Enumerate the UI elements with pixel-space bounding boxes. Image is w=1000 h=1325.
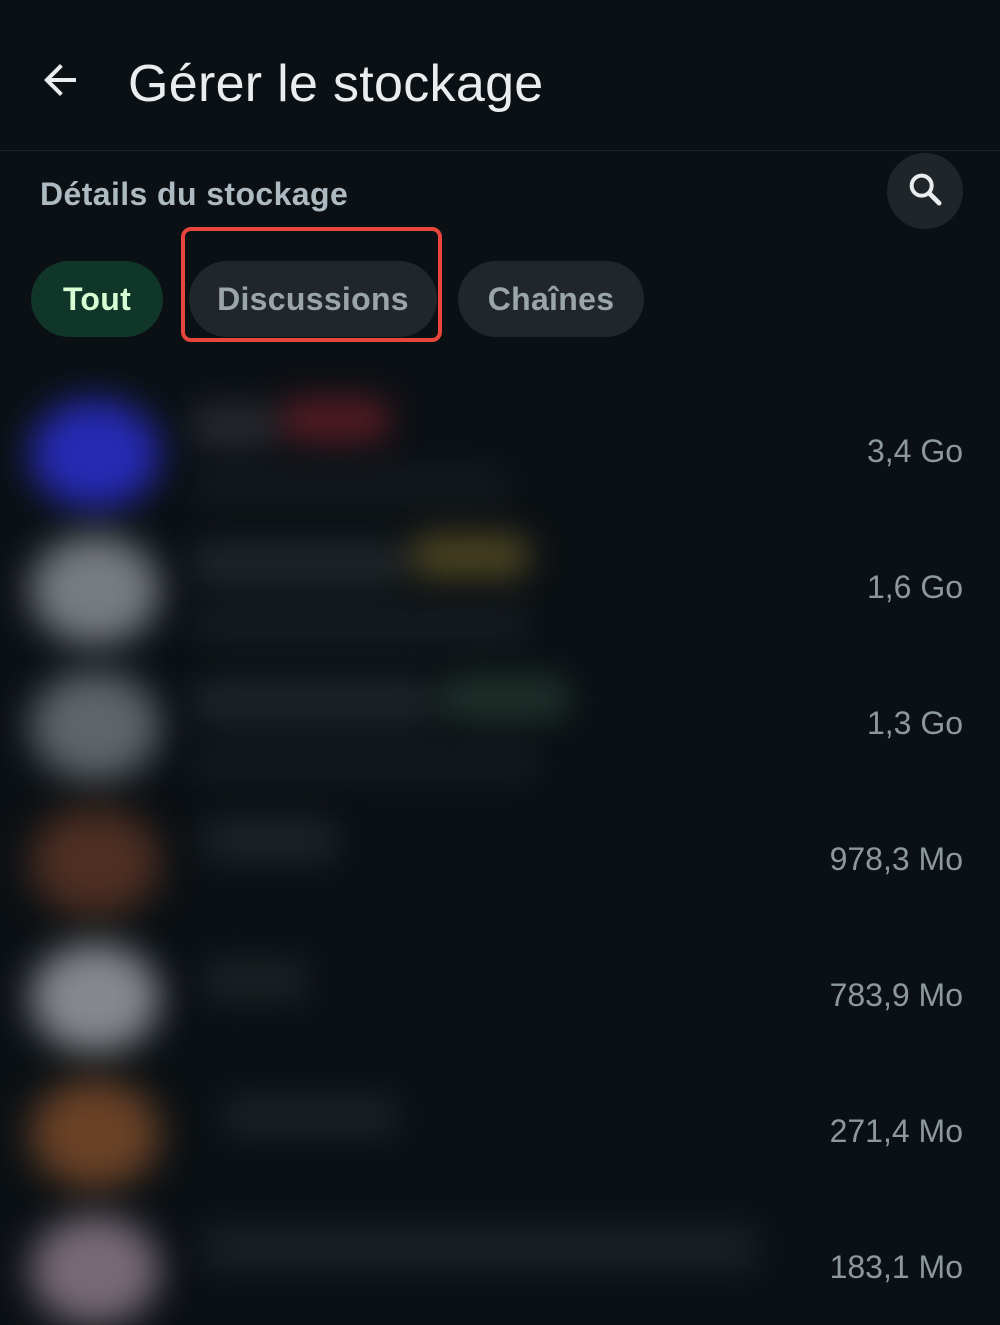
chat-size: 1,3 Go xyxy=(866,705,963,741)
chat-size: 978,3 Mo xyxy=(829,841,963,877)
back-button[interactable] xyxy=(28,50,92,114)
manage-storage-screen: Gérer le stockage Détails du stockage To… xyxy=(0,0,1000,1325)
blurred-name xyxy=(190,679,440,725)
blurred-name xyxy=(200,957,310,1003)
blurred-emoji xyxy=(440,675,570,721)
list-item[interactable]: 783,9 Mo xyxy=(0,927,1000,1063)
list-item[interactable]: 1,6 Go xyxy=(0,519,1000,655)
chat-storage-list: 3,4 Go 1,6 Go 1,3 Go 978,3 Mo 783,9 Mo 2… xyxy=(0,383,1000,1325)
blurred-name xyxy=(200,817,340,863)
avatar xyxy=(30,807,160,917)
blurred-name xyxy=(190,541,410,587)
avatar xyxy=(30,1079,160,1189)
list-item[interactable]: 271,4 Mo xyxy=(0,1063,1000,1199)
blurred-emoji xyxy=(280,397,390,443)
blurred-name xyxy=(220,1093,400,1139)
blurred-subtitle xyxy=(190,463,510,509)
blurred-name xyxy=(190,403,280,449)
blurred-name xyxy=(200,1225,760,1271)
avatar xyxy=(30,399,160,509)
app-bar: Gérer le stockage xyxy=(0,0,1000,151)
list-item[interactable]: 1,3 Go xyxy=(0,655,1000,791)
avatar xyxy=(30,671,160,781)
filter-chip-channels[interactable]: Chaînes xyxy=(458,261,644,337)
blurred-emoji xyxy=(410,533,530,579)
chat-size: 271,4 Mo xyxy=(829,1113,963,1149)
arrow-back-icon xyxy=(36,56,84,109)
chat-size: 1,6 Go xyxy=(866,569,963,605)
storage-details-heading: Détails du stockage xyxy=(40,176,349,212)
avatar xyxy=(30,943,160,1053)
search-icon xyxy=(905,169,945,214)
blurred-subtitle xyxy=(190,739,540,785)
avatar xyxy=(30,1215,160,1325)
filter-chip-discussions[interactable]: Discussions xyxy=(189,261,437,337)
filter-chip-all[interactable]: Tout xyxy=(31,261,163,337)
avatar xyxy=(30,535,160,645)
chat-size: 183,1 Mo xyxy=(829,1249,963,1285)
chat-size: 783,9 Mo xyxy=(829,977,963,1013)
search-button[interactable] xyxy=(887,153,963,229)
list-item[interactable]: 978,3 Mo xyxy=(0,791,1000,927)
page-title: Gérer le stockage xyxy=(128,55,544,113)
list-item[interactable]: 3,4 Go xyxy=(0,383,1000,519)
chat-size: 3,4 Go xyxy=(866,433,963,469)
list-item[interactable]: 183,1 Mo xyxy=(0,1199,1000,1325)
blurred-subtitle xyxy=(190,601,530,647)
